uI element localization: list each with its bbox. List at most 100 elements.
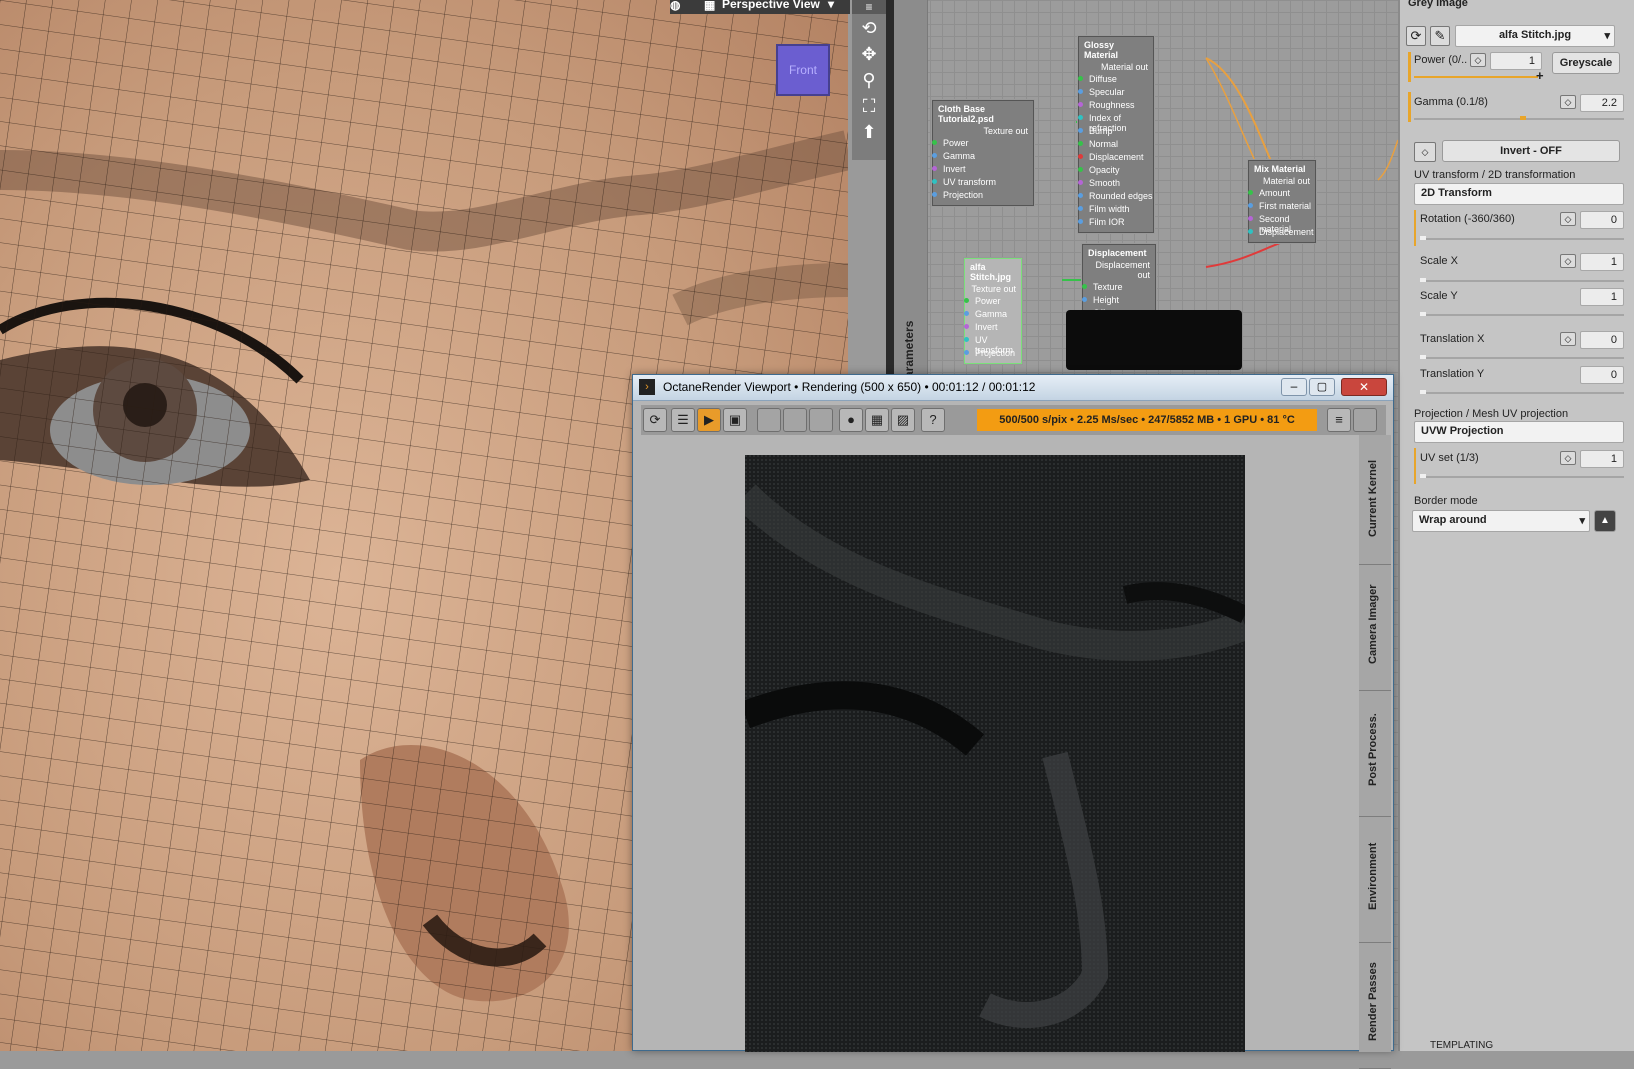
- pin-socket-icon[interactable]: [1078, 128, 1083, 133]
- image-icon[interactable]: ▨: [891, 408, 915, 432]
- transx-slider-handle[interactable]: [1420, 355, 1426, 359]
- transx-field[interactable]: 0: [1580, 331, 1624, 349]
- node-0[interactable]: Cloth Base Tutorial2.psd Texture out Power…: [932, 100, 1034, 206]
- maximize-button[interactable]: ▢: [1309, 378, 1335, 396]
- node-pin[interactable]: Opacity: [1078, 163, 1153, 176]
- render-tab-2[interactable]: Post Process.: [1359, 687, 1391, 817]
- pin-socket-icon[interactable]: [1078, 193, 1083, 198]
- pin-socket-icon[interactable]: [1248, 203, 1253, 208]
- rotation-slider[interactable]: [1420, 238, 1624, 240]
- transy-slider[interactable]: [1420, 392, 1624, 394]
- pin-socket-icon[interactable]: [1078, 141, 1083, 146]
- move-icon[interactable]: ✥: [857, 42, 881, 66]
- node-3[interactable]: alfa Stitch.jpg Texture out Power Gamma Inve…: [964, 258, 1022, 364]
- node-pin[interactable]: Gamma: [964, 307, 1021, 320]
- pin-socket-icon[interactable]: [932, 140, 937, 145]
- frame-icon[interactable]: ⛶: [857, 94, 881, 118]
- view-label[interactable]: Perspective View: [722, 0, 820, 11]
- menu-icon[interactable]: ≡: [852, 0, 886, 14]
- lock-icon[interactable]: [757, 408, 781, 432]
- uvset-keyframe-icon[interactable]: ◇: [1560, 451, 1576, 465]
- rotation-slider-handle[interactable]: [1420, 236, 1426, 240]
- node-pin[interactable]: Film width: [1078, 202, 1153, 215]
- scaley-field[interactable]: 1: [1580, 288, 1624, 306]
- render-tab-1[interactable]: Camera Imager: [1359, 561, 1391, 691]
- edit-icon[interactable]: ✎: [1430, 26, 1450, 46]
- pin-socket-icon[interactable]: [932, 192, 937, 197]
- close-button[interactable]: ✕: [1341, 378, 1387, 396]
- uvset-field[interactable]: 1: [1580, 450, 1624, 468]
- uvset-slider-handle[interactable]: [1420, 474, 1426, 478]
- render-tab-4[interactable]: Render Passes: [1359, 939, 1391, 1069]
- render-canvas[interactable]: [745, 455, 1245, 1052]
- reset-icon[interactable]: ⬆: [857, 120, 881, 144]
- pin-socket-icon[interactable]: [1082, 297, 1087, 302]
- zoom-icon[interactable]: ⚲: [857, 68, 881, 92]
- scaley-slider[interactable]: [1420, 314, 1624, 316]
- scene-tree-icon[interactable]: ☰: [671, 408, 695, 432]
- node-pin[interactable]: Specular: [1078, 85, 1153, 98]
- gamma-slider-handle[interactable]: [1520, 116, 1526, 120]
- pin-socket-icon[interactable]: [932, 179, 937, 184]
- pin-socket-icon[interactable]: [1078, 76, 1083, 81]
- node-output[interactable]: Material out: [1079, 60, 1153, 72]
- region-render-icon[interactable]: ▣: [723, 408, 747, 432]
- pin-socket-icon[interactable]: [964, 324, 969, 329]
- transx-keyframe-icon[interactable]: ◇: [1560, 332, 1576, 346]
- node-pin[interactable]: Gamma: [932, 149, 1033, 162]
- node-pin[interactable]: UV transform: [932, 175, 1033, 188]
- scalex-field[interactable]: 1: [1580, 253, 1624, 271]
- pin-socket-icon[interactable]: [1078, 206, 1083, 211]
- viewport-header[interactable]: ◍ ▦ Perspective View ▾: [670, 0, 850, 14]
- pin-socket-icon[interactable]: [1078, 102, 1083, 107]
- render-tab-3[interactable]: Environment: [1359, 813, 1391, 943]
- node-pin[interactable]: Diffuse: [1078, 72, 1153, 85]
- power-slider[interactable]: [1414, 76, 1538, 78]
- node-pin[interactable]: Texture: [1082, 280, 1155, 293]
- file-dropdown[interactable]: alfa Stitch.jpg ▾: [1455, 25, 1615, 47]
- projection-dropdown[interactable]: UVW Projection: [1414, 421, 1624, 443]
- node-pin[interactable]: Height: [1082, 293, 1155, 306]
- render-window-titlebar[interactable]: › OctaneRender Viewport • Rendering (500…: [633, 375, 1393, 401]
- render-tab-0[interactable]: Current Kernel: [1359, 435, 1391, 565]
- pin-socket-icon[interactable]: [964, 311, 969, 316]
- node-2[interactable]: Mix Material Material out Amount First mate…: [1248, 160, 1316, 243]
- node-pin[interactable]: Roughness: [1078, 98, 1153, 111]
- invert-button[interactable]: Invert - OFF: [1442, 140, 1620, 162]
- globe-icon[interactable]: ◍: [670, 0, 680, 12]
- node-pin[interactable]: Rounded edges: [1078, 189, 1153, 202]
- pin-socket-icon[interactable]: [964, 298, 969, 303]
- focus-icon[interactable]: [783, 408, 807, 432]
- pin-socket-icon[interactable]: [964, 337, 969, 342]
- scalex-keyframe-icon[interactable]: ◇: [1560, 254, 1576, 268]
- node-pin[interactable]: Projection: [932, 188, 1033, 201]
- node-output[interactable]: Material out: [1249, 174, 1315, 186]
- node-pin[interactable]: Invert: [932, 162, 1033, 175]
- list-icon[interactable]: ≡: [1327, 408, 1351, 432]
- settings-icon[interactable]: [1353, 408, 1377, 432]
- pin-socket-icon[interactable]: [932, 166, 937, 171]
- node-pin[interactable]: UV transform: [964, 333, 1021, 355]
- border-mode-up-button[interactable]: ▲: [1594, 510, 1616, 532]
- scalex-slider[interactable]: [1420, 280, 1624, 282]
- node-pin[interactable]: First material: [1248, 199, 1315, 212]
- scalex-slider-handle[interactable]: [1420, 278, 1426, 282]
- node-pin[interactable]: Film IOR: [1078, 215, 1153, 228]
- node-pin[interactable]: Second material: [1248, 212, 1315, 234]
- restart-render-icon[interactable]: ⟳: [643, 408, 667, 432]
- gamma-field[interactable]: 2.2: [1580, 94, 1624, 112]
- node-1[interactable]: Glossy Material Material out Diffuse Specul…: [1078, 36, 1154, 233]
- invert-keyframe-icon[interactable]: ◇: [1414, 142, 1436, 162]
- gamma-slider[interactable]: [1414, 118, 1624, 120]
- scaley-slider-handle[interactable]: [1420, 312, 1426, 316]
- pause-render-icon[interactable]: ▶: [697, 408, 721, 432]
- node-pin[interactable]: Invert: [964, 320, 1021, 333]
- node-pin[interactable]: Index of refraction: [1078, 111, 1153, 133]
- node-output[interactable]: Texture out: [965, 282, 1021, 294]
- pin-socket-icon[interactable]: [1078, 89, 1083, 94]
- record-icon[interactable]: ●: [839, 408, 863, 432]
- pin-socket-icon[interactable]: [1078, 154, 1083, 159]
- pin-socket-icon[interactable]: [1082, 284, 1087, 289]
- power-keyframe-icon[interactable]: ◇: [1470, 53, 1486, 67]
- node-pin[interactable]: Power: [964, 294, 1021, 307]
